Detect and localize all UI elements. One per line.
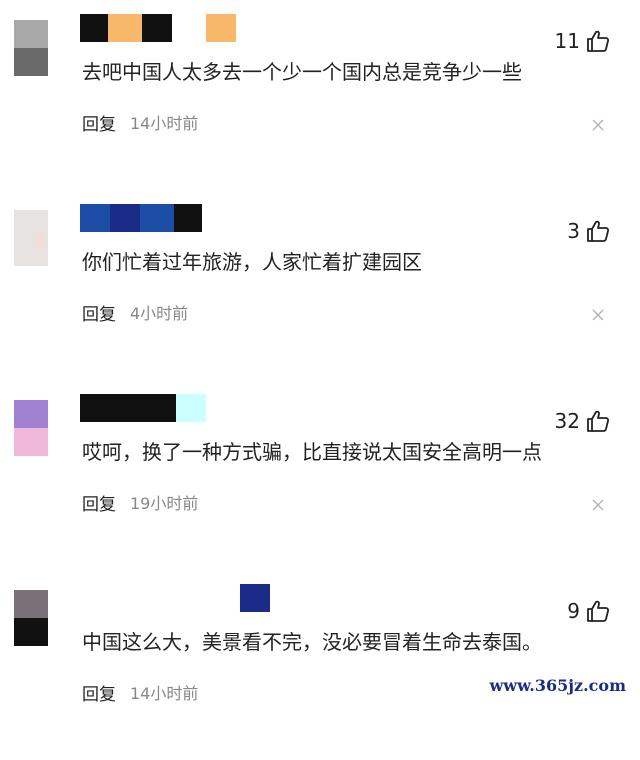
reply-button[interactable]: 回复: [82, 300, 116, 325]
site-watermark: www.365jz.com: [483, 674, 632, 697]
avatar[interactable]: [14, 210, 48, 266]
username-redacted[interactable]: [80, 204, 300, 238]
comment-item: 32 哎呵，换了一种方式骗，比直接说太国安全高明一点 回复 19小时前: [0, 380, 640, 570]
comment-item: 9 中国这么大，美景看不完，没必要冒着生命去泰国。 回复 14小时前: [0, 570, 640, 760]
like-control[interactable]: 11: [555, 28, 610, 54]
username-redacted[interactable]: [80, 394, 300, 428]
thumbs-up-icon[interactable]: [586, 29, 610, 53]
like-control[interactable]: 9: [567, 598, 610, 624]
close-icon[interactable]: [592, 496, 604, 511]
avatar[interactable]: [14, 20, 48, 76]
comment-item: 11 去吧中国人太多去一个少一个国内总是竞争少一些 回复 14小时前: [0, 0, 640, 190]
comment-text: 中国这么大，美景看不完，没必要冒着生命去泰国。: [82, 630, 542, 654]
reply-button[interactable]: 回复: [82, 110, 116, 135]
avatar[interactable]: [14, 590, 48, 646]
comment-time: 14小时前: [130, 684, 199, 703]
username-redacted[interactable]: [80, 584, 300, 618]
comment-time: 4小时前: [130, 304, 189, 323]
like-control[interactable]: 3: [567, 218, 610, 244]
like-count: 3: [567, 219, 580, 243]
comment-text: 去吧中国人太多去一个少一个国内总是竞争少一些: [82, 60, 522, 84]
comment-meta: 回复 14小时前: [82, 110, 199, 135]
thumbs-up-icon[interactable]: [586, 219, 610, 243]
username-redacted[interactable]: [80, 14, 300, 48]
like-control[interactable]: 32: [555, 408, 610, 434]
comment-meta: 回复 4小时前: [82, 300, 189, 325]
thumbs-up-icon[interactable]: [586, 599, 610, 623]
close-icon[interactable]: [592, 116, 604, 131]
comment-item: 3 你们忙着过年旅游，人家忙着扩建园区 回复 4小时前: [0, 190, 640, 380]
comment-text: 你们忙着过年旅游，人家忙着扩建园区: [82, 250, 422, 274]
close-icon[interactable]: [592, 306, 604, 321]
comment-meta: 回复 19小时前: [82, 490, 199, 515]
thumbs-up-icon[interactable]: [586, 409, 610, 433]
comment-meta: 回复 14小时前: [82, 680, 199, 705]
reply-button[interactable]: 回复: [82, 490, 116, 515]
like-count: 32: [554, 409, 580, 433]
comment-time: 19小时前: [130, 494, 199, 513]
avatar[interactable]: [14, 400, 48, 456]
like-count: 11: [554, 29, 580, 53]
like-count: 9: [567, 599, 580, 623]
comment-time: 14小时前: [130, 114, 199, 133]
comment-text: 哎呵，换了一种方式骗，比直接说太国安全高明一点: [82, 440, 542, 464]
